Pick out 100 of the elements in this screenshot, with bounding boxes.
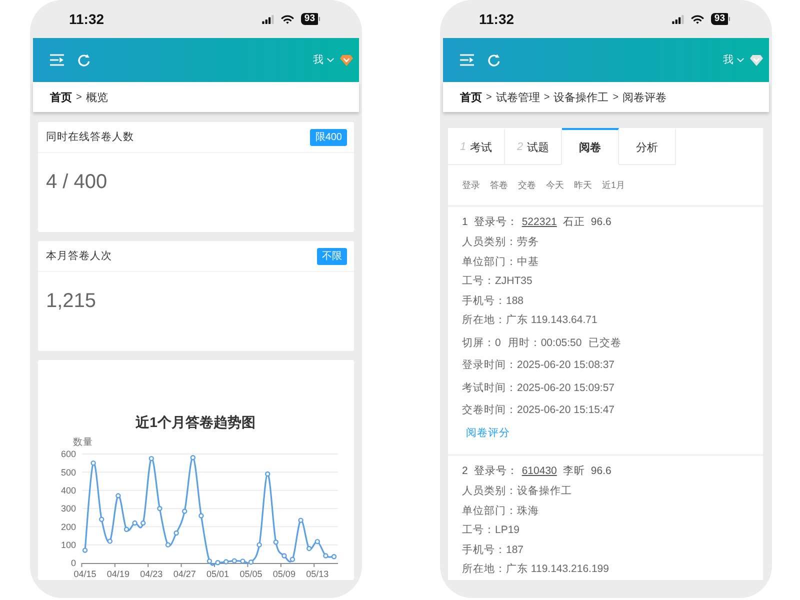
data-point (215, 560, 220, 566)
page-title: 阅卷评卷 (622, 90, 667, 104)
data-point (323, 553, 328, 558)
status-time: 11:32 (69, 11, 104, 27)
data-point (82, 548, 88, 553)
time-text: 登录时间：2025-06-20 15:08:37 (462, 358, 614, 373)
card-title: 本月答卷人次 (46, 249, 112, 263)
detail-text: 单位部门：珠海 (462, 504, 539, 518)
battery-level: 93 (301, 13, 320, 25)
data-point (198, 513, 204, 518)
caret-icon (737, 58, 744, 62)
card-title: 同时在线答卷人数 (46, 130, 134, 144)
data-point (148, 456, 154, 462)
data-point (331, 554, 337, 560)
tab[interactable]: 1 考试 (448, 128, 505, 165)
y-axis-label: 0 (70, 558, 76, 568)
filter-link[interactable]: 昨天 (574, 178, 592, 192)
login-id-link[interactable]: 522321 (522, 212, 557, 232)
page-title: 概览 (86, 90, 108, 104)
record-number: 1 (462, 215, 468, 230)
x-axis-label: 04/19 (106, 569, 130, 579)
data-point (290, 556, 296, 562)
data-point (182, 508, 188, 514)
detail-text: 人员类别：劳务 (462, 235, 539, 250)
detail-text: 单位部门：中基 (462, 254, 539, 270)
detail-text: 所在地：广东 119.143.216.199 (462, 562, 609, 577)
data-point (107, 538, 112, 544)
status-text: 已交卷 (588, 336, 622, 350)
stat-value: 1,215 (46, 289, 96, 313)
breadcrumb-separator: > (76, 92, 82, 102)
refresh-icon[interactable] (487, 53, 501, 67)
refresh-icon[interactable] (77, 53, 91, 67)
tab[interactable]: 阅卷 (562, 128, 619, 165)
data-point (124, 526, 130, 532)
detail-text: 所在地：广东 119.143.64.71 (462, 313, 598, 328)
tab[interactable]: 2 试题 (505, 128, 562, 165)
time-text: 交卷时间：2025-06-20 15:15:47 (462, 403, 614, 418)
data-point (282, 553, 287, 558)
breadcrumb-link[interactable]: 设备操作工 (554, 90, 609, 104)
status-text: 切屏：0 (462, 336, 501, 350)
wifi-icon (691, 14, 704, 24)
menu-icon[interactable] (50, 54, 64, 66)
data-point (256, 542, 262, 548)
field-label: 登录号： (474, 215, 518, 230)
data-point (240, 558, 246, 564)
y-axis-label: 100 (60, 540, 76, 550)
stat-value: 4 / 400 (46, 170, 108, 194)
data-point (248, 560, 254, 565)
score: 96.6 (590, 464, 612, 479)
filter-link[interactable]: 交卷 (518, 178, 536, 192)
x-axis-label: 05/01 (206, 569, 230, 579)
limit-tag: 不限 (317, 248, 347, 264)
detail-text: 人员类别：设备操作工 (462, 484, 572, 499)
filter-link[interactable]: 答卷 (490, 178, 508, 192)
y-axis-label: 300 (60, 504, 76, 514)
field-label: 登录号： (474, 464, 518, 479)
status-time: 11:32 (479, 11, 514, 27)
x-axis-label: 04/23 (140, 569, 163, 579)
breadcrumb-separator: > (612, 92, 619, 102)
breadcrumb-link[interactable]: 试卷管理 (496, 90, 540, 104)
data-point (90, 460, 96, 466)
detail-text: 手机号：188 (462, 294, 524, 308)
data-point (132, 520, 138, 526)
x-axis-label: 04/15 (74, 569, 96, 579)
menu-icon[interactable] (460, 54, 474, 66)
status-text: 用时：00:05:50 (508, 336, 582, 350)
data-point (99, 516, 104, 522)
filter-link[interactable]: 近1月 (602, 178, 626, 192)
time-text: 考试时间：2025-06-20 15:09:57 (462, 380, 614, 396)
data-point (314, 538, 320, 544)
record-number: 2 (462, 464, 468, 479)
data-point (165, 542, 171, 548)
data-point (174, 530, 179, 536)
score: 96.6 (590, 215, 612, 230)
x-axis-label: 05/09 (272, 569, 296, 579)
signal-icon (262, 14, 274, 24)
filter-link[interactable]: 今天 (546, 178, 564, 192)
data-point (190, 455, 196, 460)
login-id-link[interactable]: 610430 (522, 461, 557, 481)
breadcrumb-link[interactable]: 首页 (50, 90, 72, 104)
tab[interactable]: 分析 (619, 128, 676, 165)
battery-level: 93 (711, 13, 730, 25)
breadcrumb-separator: > (486, 92, 492, 102)
detail-text: 手机号：187 (462, 542, 524, 558)
data-point (157, 506, 162, 512)
x-axis-label: 04/27 (173, 569, 196, 579)
caret-icon (327, 58, 334, 62)
breadcrumb-link[interactable]: 首页 (460, 90, 482, 104)
person-name: 李昕 (562, 464, 585, 479)
y-axis-label: 200 (60, 522, 76, 532)
axis-title: 数量 (73, 437, 93, 448)
data-point (232, 558, 237, 564)
signal-icon (672, 14, 684, 24)
detail-text: 工号：ZJHT35 (462, 274, 532, 289)
data-point (306, 546, 312, 552)
data-point (265, 471, 270, 477)
person-name: 石正 (562, 215, 585, 230)
data-point (116, 493, 121, 498)
limit-tag: 限400 (310, 128, 347, 146)
filter-link[interactable]: 登录 (462, 178, 480, 192)
